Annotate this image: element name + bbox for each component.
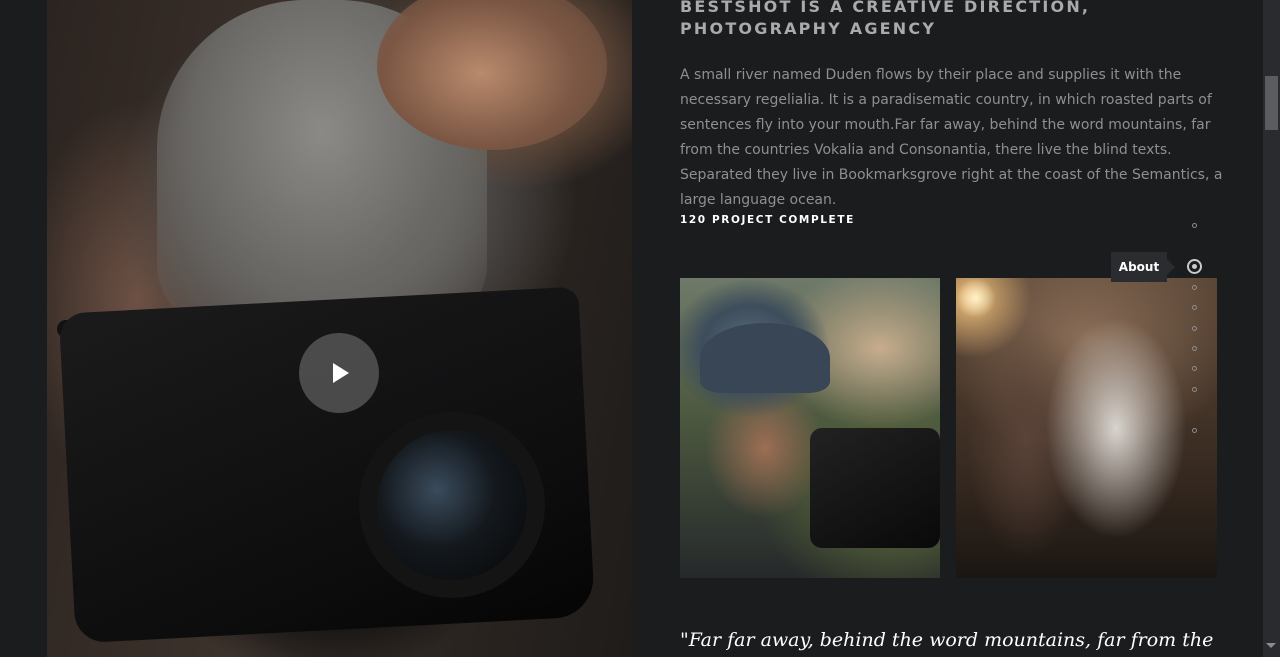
about-heading: BESTSHOT IS A CREATIVE DIRECTION, PHOTOG…	[680, 0, 1100, 40]
side-nav-dot[interactable]	[1192, 223, 1197, 228]
hero-video-photo	[47, 0, 632, 657]
side-nav-dot[interactable]	[1192, 346, 1197, 351]
video-play-button[interactable]	[299, 333, 379, 413]
side-nav-dot-about[interactable]	[1187, 259, 1202, 274]
side-nav-dot[interactable]	[1192, 305, 1197, 310]
side-nav-dot[interactable]	[1192, 326, 1197, 331]
quote-text: "Far far away, behind the word mountains…	[680, 629, 1214, 651]
play-icon	[333, 363, 349, 383]
about-intro-text: A small river named Duden flows by their…	[680, 67, 1223, 208]
scrollbar-thumb[interactable]	[1265, 76, 1278, 130]
scroll-down-arrow-icon[interactable]	[1266, 643, 1276, 648]
side-nav-dot[interactable]	[1192, 285, 1197, 290]
side-nav-dot[interactable]	[1192, 387, 1197, 392]
side-nav-dot[interactable]	[1192, 428, 1197, 433]
photo-camera-lens	[377, 430, 527, 580]
photo-lamp-glow	[956, 278, 996, 318]
gallery-photo-film-set	[956, 278, 1217, 578]
side-nav-dot-core	[1192, 264, 1197, 269]
photo-camera	[810, 428, 940, 548]
side-nav-tooltip: About	[1111, 252, 1175, 282]
side-nav-dot[interactable]	[1192, 366, 1197, 371]
about-heading-line2: PHOTOGRAPHY AGENCY	[680, 19, 937, 38]
gallery-photo-cameraman	[680, 278, 940, 578]
project-count: 120 PROJECT COMPLETE	[680, 214, 855, 226]
about-heading-line1: BESTSHOT IS A CREATIVE DIRECTION,	[680, 0, 1091, 16]
photo-cap	[700, 323, 830, 393]
